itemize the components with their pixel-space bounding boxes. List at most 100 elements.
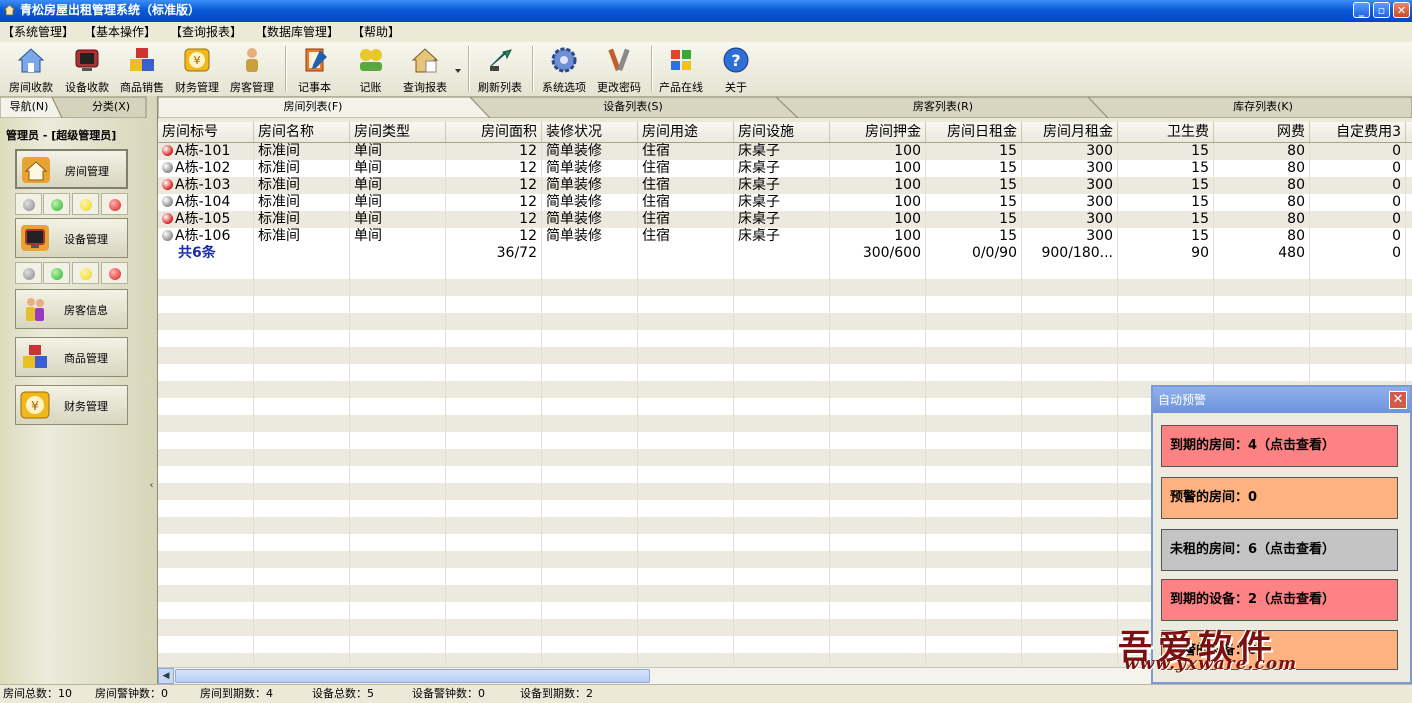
device-filter-red[interactable] bbox=[101, 262, 128, 284]
column-header[interactable]: 自定费用3 bbox=[1310, 122, 1406, 142]
table-row[interactable]: A栋-105 标准间 单间 12 简单装修 住宿 床桌子 100 15 300 15 80 0 bbox=[158, 211, 1412, 228]
reports-dropdown-arrow[interactable] bbox=[454, 64, 462, 77]
empty-cell bbox=[542, 466, 638, 483]
table-row[interactable]: A栋-101 标准间 单间 12 简单装修 住宿 床桌子 100 15 300 15 80 0 bbox=[158, 143, 1412, 160]
bookkeeping-button[interactable]: 记账 bbox=[348, 46, 393, 95]
refresh-list-button[interactable]: 刷新列表 bbox=[474, 46, 526, 95]
menu-basic-ops[interactable]: 【基本操作】 bbox=[84, 22, 156, 42]
empty-cell bbox=[638, 262, 734, 279]
about-button[interactable]: ? 关于 bbox=[716, 46, 756, 95]
change-password-button[interactable]: 更改密码 bbox=[593, 46, 645, 95]
empty-cell bbox=[542, 313, 638, 330]
empty-cell bbox=[1118, 279, 1214, 296]
column-header[interactable]: 房间标号 bbox=[158, 122, 254, 142]
table-row[interactable]: A栋-104 标准间 单间 12 简单装修 住宿 床桌子 100 15 300 15 80 0 bbox=[158, 194, 1412, 211]
table-row[interactable]: A栋-106 标准间 单间 12 简单装修 住宿 床桌子 100 15 300 15 80 0 bbox=[158, 228, 1412, 245]
empty-cell bbox=[926, 279, 1022, 296]
empty-cell bbox=[830, 466, 926, 483]
empty-cell bbox=[830, 398, 926, 415]
menu-system[interactable]: 【系统管理】 bbox=[2, 22, 74, 42]
summary-cell: 90 bbox=[1118, 245, 1214, 262]
warning-expired-rooms[interactable]: 到期的房间：4（点击查看） bbox=[1161, 425, 1398, 467]
column-header[interactable]: 房间设施 bbox=[734, 122, 830, 142]
scroll-thumb[interactable] bbox=[175, 669, 650, 683]
nav-goods-management[interactable]: 商品管理 bbox=[15, 337, 128, 377]
empty-cell bbox=[734, 398, 830, 415]
room-filter-green[interactable] bbox=[43, 193, 70, 215]
table-cell: 80 bbox=[1214, 194, 1310, 211]
table-cell: 0 bbox=[1310, 194, 1406, 211]
tab-device-list[interactable]: 设备列表(S) bbox=[578, 96, 688, 118]
scroll-left-arrow-icon[interactable]: ◀ bbox=[158, 668, 174, 684]
tab-category[interactable]: 分类(X) bbox=[84, 96, 138, 117]
table-row[interactable]: A栋-102 标准间 单间 12 简单装修 住宿 床桌子 100 15 300 15 80 0 bbox=[158, 160, 1412, 177]
warning-expired-devices[interactable]: 到期的设备：2（点击查看） bbox=[1161, 579, 1398, 621]
empty-cell bbox=[254, 313, 350, 330]
tab-room-list[interactable]: 房间列表(F) bbox=[258, 96, 368, 118]
room-number: A栋-106 bbox=[175, 228, 231, 244]
device-filter-green[interactable] bbox=[43, 262, 70, 284]
column-header[interactable]: 房间月租金 bbox=[1022, 122, 1118, 142]
empty-cell bbox=[446, 585, 542, 602]
room-filter-red[interactable] bbox=[101, 193, 128, 215]
column-header[interactable]: 房间日租金 bbox=[926, 122, 1022, 142]
warning-prewarn-devices[interactable]: 预警的设备：0 bbox=[1161, 630, 1398, 670]
notepad-button[interactable]: 记事本 bbox=[292, 46, 337, 95]
summary-cell: 300/600 bbox=[830, 245, 926, 262]
column-header[interactable]: 房间类型 bbox=[350, 122, 446, 142]
column-header[interactable]: 房间押金 bbox=[830, 122, 926, 142]
table-row[interactable]: A栋-103 标准间 单间 12 简单装修 住宿 床桌子 100 15 300 15 80 0 bbox=[158, 177, 1412, 194]
column-header[interactable]: 装修状况 bbox=[542, 122, 638, 142]
popup-close-icon[interactable]: ✕ bbox=[1389, 391, 1407, 409]
column-header[interactable]: 房间面积 bbox=[446, 122, 542, 142]
close-button[interactable]: ✕ bbox=[1393, 2, 1410, 18]
empty-cell bbox=[1118, 364, 1214, 381]
nav-finance-management[interactable]: ¥ 财务管理 bbox=[15, 385, 128, 425]
reports-button[interactable]: 查询报表 bbox=[399, 46, 451, 95]
admin-label: 管理员 - [超级管理员] bbox=[6, 129, 117, 142]
nav-room-management[interactable]: 房间管理 bbox=[15, 149, 128, 189]
collapse-panel-handle[interactable]: ‹ bbox=[147, 451, 156, 521]
warning-prewarn-rooms[interactable]: 预警的房间：0 bbox=[1161, 477, 1398, 519]
tab-tenant-list[interactable]: 房客列表(R) bbox=[888, 96, 998, 118]
nav-device-management[interactable]: 设备管理 bbox=[15, 218, 128, 258]
red-dot-icon bbox=[109, 268, 121, 280]
empty-cell bbox=[734, 619, 830, 636]
table-cell: 住宿 bbox=[638, 211, 734, 228]
empty-cell bbox=[350, 619, 446, 636]
column-header[interactable]: 房间名称 bbox=[254, 122, 350, 142]
warning-unrented-rooms[interactable]: 未租的房间：6（点击查看） bbox=[1161, 529, 1398, 571]
goods-sales-button[interactable]: 商品销售 bbox=[116, 46, 168, 95]
menu-reports[interactable]: 【查询报表】 bbox=[170, 22, 242, 42]
empty-cell bbox=[830, 262, 926, 279]
maximize-button[interactable]: ▫ bbox=[1373, 2, 1390, 18]
device-checkout-button[interactable]: 设备收款 bbox=[61, 46, 113, 95]
column-header[interactable]: 房间用途 bbox=[638, 122, 734, 142]
table-cell: 床桌子 bbox=[734, 228, 830, 245]
minimize-button[interactable]: _ bbox=[1353, 2, 1370, 18]
menu-help[interactable]: 【帮助】 bbox=[352, 22, 400, 42]
room-checkout-button[interactable]: 房间收款 bbox=[5, 46, 57, 95]
room-filter-gray[interactable] bbox=[15, 193, 42, 215]
table-cell: A栋-106 bbox=[158, 228, 254, 245]
system-options-button[interactable]: 系统选项 bbox=[538, 46, 590, 95]
status-devices-alarm: 设备警钟数：0 bbox=[412, 687, 485, 700]
empty-cell bbox=[1022, 347, 1118, 364]
finance-button[interactable]: ¥ 财务管理 bbox=[171, 46, 223, 95]
tab-inventory-list[interactable]: 库存列表(K) bbox=[1208, 96, 1318, 118]
tab-navigation[interactable]: 导航(N) bbox=[6, 96, 52, 117]
tenant-button[interactable]: 房客管理 bbox=[226, 46, 278, 95]
column-header[interactable]: 网费 bbox=[1214, 122, 1310, 142]
product-online-button[interactable]: 产品在线 bbox=[655, 46, 707, 95]
room-number: A栋-101 bbox=[175, 143, 231, 159]
room-filter-yellow[interactable] bbox=[72, 193, 99, 215]
empty-cell bbox=[350, 296, 446, 313]
nav-tenant-info[interactable]: 房客信息 bbox=[15, 289, 128, 329]
tv-icon bbox=[75, 49, 99, 71]
device-filter-yellow[interactable] bbox=[72, 262, 99, 284]
menu-database[interactable]: 【数据库管理】 bbox=[255, 22, 339, 42]
column-header[interactable]: 卫生费 bbox=[1118, 122, 1214, 142]
empty-cell bbox=[254, 347, 350, 364]
empty-cell bbox=[1310, 364, 1406, 381]
device-filter-gray[interactable] bbox=[15, 262, 42, 284]
